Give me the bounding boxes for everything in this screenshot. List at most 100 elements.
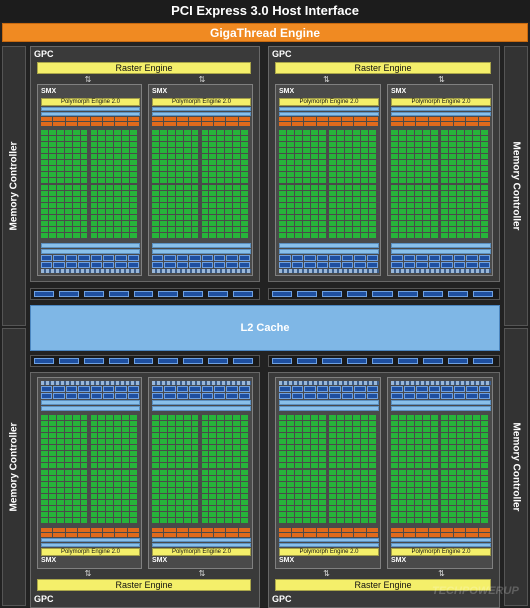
cuda-core [415, 433, 422, 439]
cuda-core [481, 208, 488, 214]
cache-bar [391, 243, 491, 248]
cuda-core [369, 517, 376, 523]
cuda-core [152, 208, 159, 214]
cuda-core [80, 160, 88, 166]
cuda-core [72, 136, 80, 142]
cuda-core [191, 421, 199, 427]
cuda-core [319, 511, 326, 517]
texture-unit [403, 255, 415, 261]
cuda-core [457, 214, 464, 220]
cuda-core [431, 160, 438, 166]
cuda-core [361, 172, 368, 178]
cuda-core [329, 178, 336, 184]
cuda-core [98, 190, 106, 196]
cuda-core [415, 415, 422, 421]
cuda-core [225, 427, 233, 433]
cuda-core [441, 196, 448, 202]
cuda-core [191, 196, 199, 202]
cuda-core [431, 208, 438, 214]
cuda-core [130, 475, 137, 481]
cache-bar [279, 406, 379, 411]
memory-segment [158, 291, 179, 297]
cuda-core [345, 172, 352, 178]
l1-cache-bar [391, 381, 491, 385]
cuda-core [217, 220, 225, 226]
dispatch-unit [291, 533, 303, 537]
cuda-core [415, 493, 422, 499]
memory-controller-top-right: Memory Controller [504, 46, 528, 326]
cuda-core [407, 463, 414, 469]
cuda-core [441, 154, 448, 160]
texture-unit [127, 255, 139, 261]
cuda-core [441, 445, 448, 451]
cuda-core [457, 208, 464, 214]
cuda-core [287, 226, 294, 232]
cuda-core [241, 136, 248, 142]
cuda-core [353, 433, 360, 439]
cuda-core [361, 427, 368, 433]
cuda-core [217, 208, 225, 214]
cuda-core [337, 421, 344, 427]
cuda-core [279, 154, 286, 160]
cuda-core [473, 469, 480, 475]
cuda-core [449, 427, 456, 433]
texture-unit [403, 386, 415, 392]
cuda-core [457, 190, 464, 196]
texture-unit [366, 393, 378, 399]
cuda-core [391, 415, 398, 421]
texture-unit [164, 262, 176, 268]
cuda-core [391, 220, 398, 226]
dispatch-unit [164, 122, 176, 126]
cuda-core [217, 202, 225, 208]
cuda-core [415, 445, 422, 451]
cuda-core [72, 184, 80, 190]
cuda-core [465, 130, 472, 136]
cuda-core [241, 226, 248, 232]
cuda-core [449, 190, 456, 196]
cuda-core [399, 184, 406, 190]
cuda-core [311, 214, 318, 220]
cuda-core [415, 142, 422, 148]
cuda-core [337, 154, 344, 160]
cuda-core [295, 421, 302, 427]
cuda-core [369, 220, 376, 226]
cuda-core [399, 166, 406, 172]
dispatch-unit [189, 117, 201, 121]
cuda-core [295, 445, 302, 451]
cuda-core [114, 463, 122, 469]
cuda-core [279, 433, 286, 439]
cuda-core [41, 445, 48, 451]
cuda-core [233, 475, 241, 481]
texture-unit [329, 255, 341, 261]
cuda-core [329, 184, 336, 190]
cuda-core [337, 232, 344, 238]
smx-label: SMX [391, 557, 407, 564]
cuda-core [152, 439, 159, 445]
cuda-core [303, 457, 310, 463]
dispatch-unit [65, 122, 78, 126]
cuda-core [279, 511, 286, 517]
cuda-core [80, 136, 88, 142]
cuda-core [80, 130, 88, 136]
cache-bar [279, 243, 379, 248]
cuda-core [233, 232, 241, 238]
cuda-core [98, 166, 106, 172]
cuda-core [353, 208, 360, 214]
cuda-core [130, 190, 137, 196]
pcie-host-interface: PCI Express 3.0 Host Interface [0, 0, 530, 22]
polymorph-engine: Polymorph Engine 2.0 [391, 548, 491, 556]
cuda-core [72, 196, 80, 202]
cuda-core [56, 154, 64, 160]
cuda-core [233, 208, 241, 214]
cache-bar [391, 249, 491, 254]
cuda-core [465, 475, 472, 481]
cuda-core [311, 160, 318, 166]
cuda-core [64, 148, 72, 154]
cuda-core [130, 172, 137, 178]
cuda-core [481, 214, 488, 220]
cuda-core [80, 481, 88, 487]
cuda-core [423, 232, 430, 238]
cuda-core [407, 433, 414, 439]
dispatch-unit [90, 533, 102, 537]
cuda-core [431, 220, 438, 226]
